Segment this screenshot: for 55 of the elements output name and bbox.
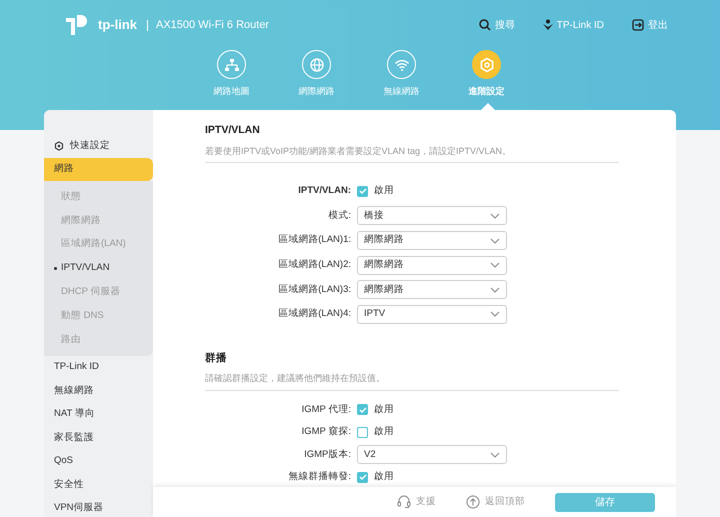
brand-name: tp-link [98, 16, 137, 34]
sidebar-subitem[interactable]: IPTV/VLAN [44, 256, 153, 280]
network-map-icon [224, 56, 240, 72]
field-label: 區域網路(LAN)3: [277, 282, 352, 297]
sidebar-item[interactable]: 家長監護 [44, 426, 153, 450]
sidebar-item[interactable]: 網路 [44, 158, 153, 181]
checkbox-label: 啟用 [374, 402, 394, 417]
section-title: 群播 [205, 352, 228, 364]
section-title: IPTV/VLAN [205, 124, 261, 137]
field-label: IGMP版本: [303, 448, 352, 462]
checkbox[interactable] [357, 426, 368, 438]
gear-icon [478, 56, 494, 72]
sidebar-item[interactable]: QoS [44, 450, 153, 474]
checkbox[interactable] [357, 472, 368, 483]
field-label: 模式: [327, 208, 352, 223]
sidebar-item[interactable]: NAT 導向 [44, 402, 153, 426]
sidebar-item[interactable]: 快速設定 [44, 134, 153, 158]
sidebar-item[interactable]: 安全性 [44, 473, 153, 497]
chevron-icon [490, 238, 500, 244]
search-icon [478, 19, 491, 31]
sidebar-item[interactable]: TP-Link ID [44, 356, 153, 380]
section-description: 若要使用IPTV或VoIP功能/網路業者需要設定VLAN tag，請設定IPTV/VLAN。 [205, 136, 619, 164]
chevron-icon [490, 452, 500, 458]
dropdown[interactable]: IPTV [357, 304, 507, 324]
checkbox[interactable] [357, 404, 368, 416]
dropdown[interactable]: 網際網路 [357, 280, 507, 300]
field-label: 區域網路(LAN)1: [277, 233, 352, 248]
section-description: 請確認群播設定，建議將他們維持在預設值。 [205, 364, 619, 391]
checkbox-label: 啟用 [374, 470, 394, 484]
field-label: IGMP 窺探: [300, 425, 352, 440]
chevron-icon [490, 286, 500, 293]
person-icon [542, 19, 553, 31]
dropdown[interactable]: 網際網路 [357, 231, 507, 250]
checkbox-label: 啟用 [374, 184, 394, 198]
chevron-icon [490, 311, 500, 318]
sidebar-item[interactable]: 無線網路 [44, 379, 153, 403]
dropdown[interactable]: 網際網路 [357, 256, 507, 275]
dropdown[interactable]: 橋接 [357, 206, 507, 226]
field-label: IPTV/VLAN: [297, 184, 352, 198]
chevron-icon [490, 212, 500, 219]
logo-icon [66, 15, 90, 35]
globe-icon [308, 56, 324, 72]
sidebar-item[interactable]: VPN伺服器 [44, 496, 153, 517]
checkbox[interactable] [357, 186, 368, 197]
chevron-icon [490, 262, 500, 268]
field-label: 區域網路(LAN)4: [277, 307, 352, 322]
headset-icon [397, 495, 411, 509]
checkbox-label: 啟用 [374, 425, 394, 440]
field-label: 區域網路(LAN)2: [277, 258, 352, 272]
model-name: AX1500 Wi-Fi 6 Router [147, 20, 270, 30]
dropdown[interactable]: V2 [357, 445, 507, 464]
logout-icon [632, 19, 644, 31]
field-label: 無線群播轉發: [287, 470, 352, 484]
field-label: IGMP 代理: [300, 402, 352, 417]
gear-icon [54, 140, 64, 151]
